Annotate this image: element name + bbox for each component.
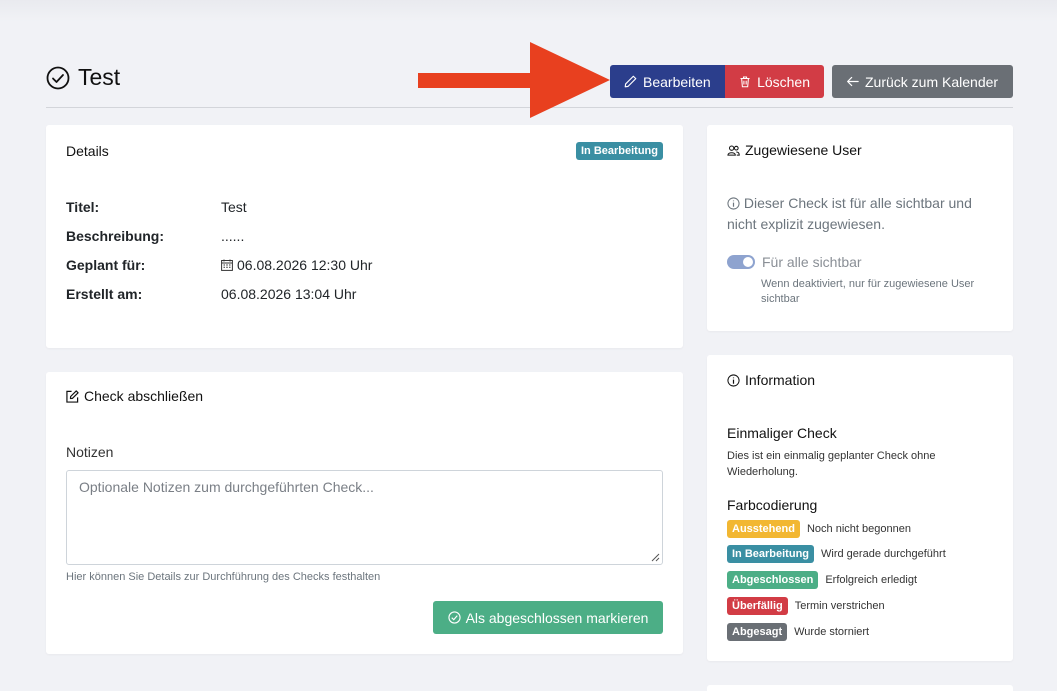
complete-card-title: Check abschließen	[66, 388, 203, 404]
detail-value: 06.08.2026 13:04 Uhr	[221, 286, 357, 302]
notes-help-text: Hier können Sie Details zur Durchführung…	[66, 571, 381, 583]
annotation-arrow-icon	[418, 42, 610, 118]
arrow-left-icon	[847, 76, 859, 87]
next-card-edge	[707, 685, 1013, 691]
info-card-title: Information	[727, 372, 815, 388]
detail-row-title: Titel: Test	[66, 199, 247, 215]
legend-badge: Ausstehend	[727, 520, 800, 538]
users-card-title: Zugewiesene User	[727, 142, 862, 158]
delete-button-label: Löschen	[757, 73, 810, 90]
details-card: Details In Bearbeitung Titel: Test Besch…	[46, 125, 683, 348]
resize-grip-icon[interactable]	[650, 552, 660, 562]
toggle-help-text: Wenn deaktiviert, nur für zugewiesene Us…	[761, 278, 975, 305]
complete-check-card: Check abschließen Notizen Hier können Si…	[46, 372, 683, 654]
legend-badge: Überfällig	[727, 597, 788, 615]
mark-complete-label: Als abgeschlossen markieren	[465, 609, 649, 626]
notes-label: Notizen	[66, 444, 114, 460]
edit-button-label: Bearbeiten	[643, 73, 711, 90]
once-text: Dies ist ein einmalig geplanter Check oh…	[727, 450, 936, 478]
color-heading: Farbcodierung	[727, 497, 818, 513]
visibility-info: Dieser Check ist für alle sichtbar und n…	[727, 193, 987, 235]
top-bar	[0, 0, 1057, 22]
detail-row-description: Beschreibung: ......	[66, 228, 244, 244]
back-button-label: Zurück zum Kalender	[865, 73, 999, 90]
info-card-title-text: Information	[745, 372, 816, 388]
detail-label: Erstellt am:	[66, 286, 143, 302]
detail-label: Beschreibung:	[66, 228, 165, 244]
page-title: Test	[78, 64, 121, 90]
complete-card-title-text: Check abschließen	[84, 388, 204, 404]
detail-row-planned: Geplant für: 06.08.2026 12:30 Uhr	[66, 257, 372, 273]
delete-button[interactable]: Löschen	[725, 65, 824, 98]
detail-value-planned: 06.08.2026 12:30 Uhr	[221, 257, 372, 273]
legend-item: Abgesagt Wurde storniert	[727, 623, 869, 641]
legend-text: Erfolgreich erledigt	[825, 574, 918, 586]
visibility-info-text: Dieser Check ist für alle sichtbar und n…	[727, 195, 972, 232]
calendar-icon	[221, 259, 233, 271]
status-badge: In Bearbeitung	[575, 142, 663, 160]
detail-value: ......	[221, 228, 245, 244]
title-wrap: Test	[46, 64, 120, 91]
legend-item: Überfällig Termin verstrichen	[727, 597, 885, 615]
edit-square-icon	[66, 389, 79, 403]
legend-text: Wurde storniert	[794, 626, 870, 638]
detail-value: Test	[221, 199, 247, 215]
details-card-title: Details	[66, 143, 109, 159]
info-icon	[727, 373, 740, 387]
visibility-toggle-row: Für alle sichtbar	[727, 254, 862, 270]
legend-item: In Bearbeitung Wird gerade durchgeführt	[727, 545, 946, 563]
information-card: Information Einmaliger Check Dies ist ei…	[707, 355, 1013, 661]
trash-icon	[740, 76, 750, 88]
check-circle-icon	[447, 611, 461, 624]
visible-to-all-toggle[interactable]	[727, 255, 755, 269]
mark-complete-button[interactable]: Als abgeschlossen markieren	[433, 601, 663, 634]
detail-row-created: Erstellt am: 06.08.2026 13:04 Uhr	[66, 286, 356, 302]
detail-label: Titel:	[66, 199, 100, 215]
legend-item: Abgeschlossen Erfolgreich erledigt	[727, 571, 917, 589]
legend-badge: Abgeschlossen	[727, 571, 819, 589]
users-card-title-text: Zugewiesene User	[745, 142, 862, 158]
detail-label: Geplant für:	[66, 257, 146, 273]
assigned-users-card: Zugewiesene User Dieser Check ist für al…	[707, 125, 1013, 331]
legend-item: Ausstehend Noch nicht begonnen	[727, 520, 911, 538]
info-icon	[727, 197, 740, 210]
check-circle-icon	[46, 66, 70, 89]
users-icon	[727, 145, 740, 156]
legend-badge: Abgesagt	[727, 623, 788, 641]
legend-badge: In Bearbeitung	[727, 545, 815, 563]
pencil-icon	[624, 75, 637, 88]
legend-text: Wird gerade durchgeführt	[821, 548, 946, 560]
legend-text: Noch nicht begonnen	[806, 523, 911, 535]
back-to-calendar-button[interactable]: Zurück zum Kalender	[832, 65, 1013, 98]
toggle-label: Für alle sichtbar	[762, 254, 862, 270]
once-heading: Einmaliger Check	[727, 425, 837, 441]
edit-button[interactable]: Bearbeiten	[610, 65, 725, 98]
notes-textarea[interactable]	[66, 470, 663, 565]
planned-date: 06.08.2026 12:30 Uhr	[237, 257, 373, 273]
legend-text: Termin verstrichen	[794, 600, 885, 612]
